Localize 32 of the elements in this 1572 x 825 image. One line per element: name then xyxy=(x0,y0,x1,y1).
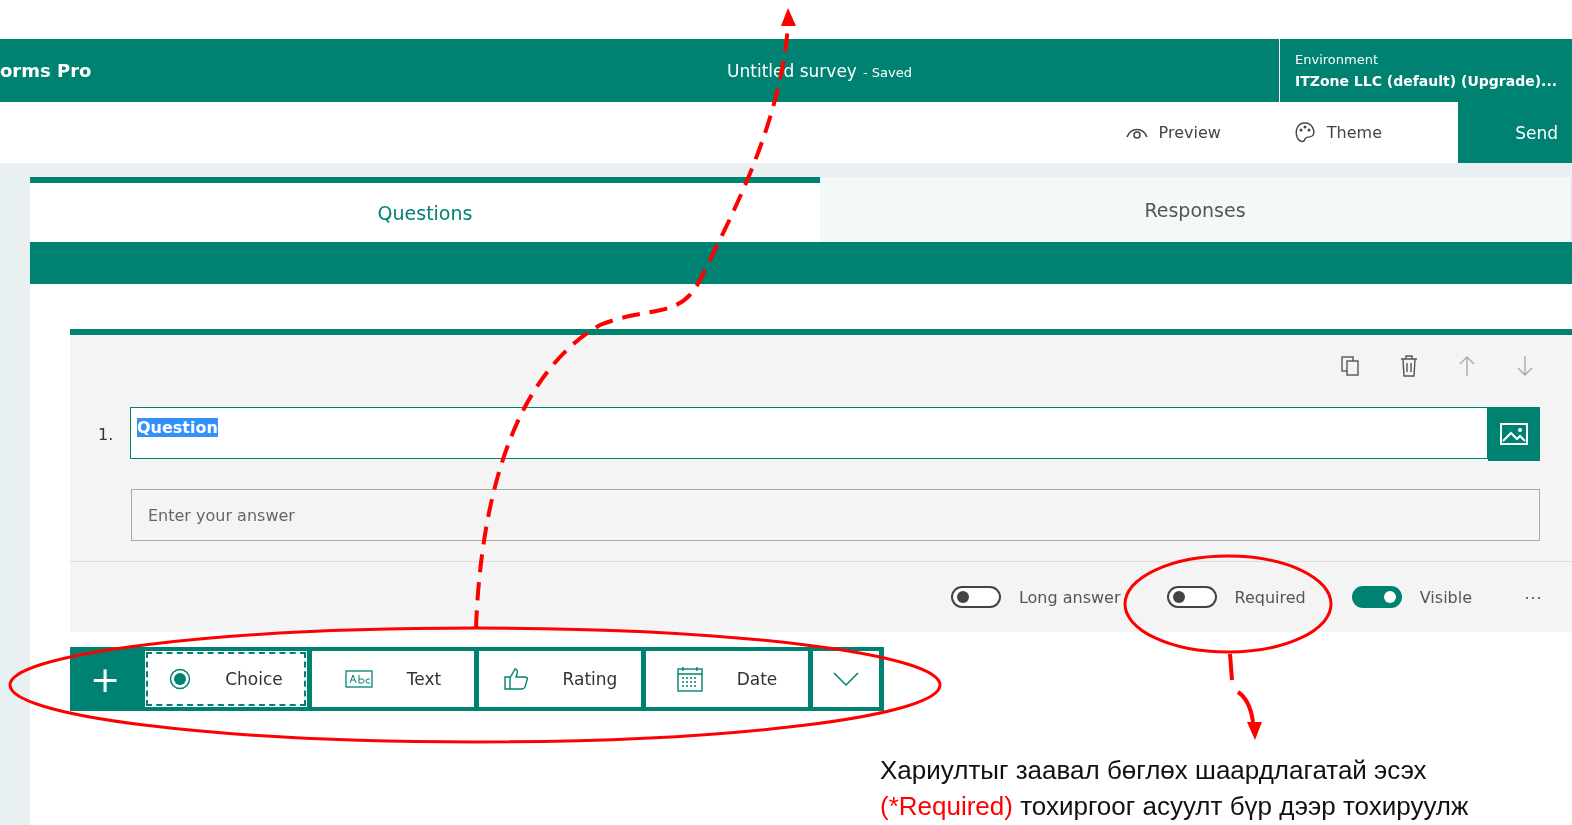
question-type-button[interactable]: Date xyxy=(646,651,808,707)
question-number: 1. xyxy=(98,424,115,444)
app-title: orms Pro xyxy=(0,60,93,81)
toggle-label: Long answer xyxy=(1018,587,1121,607)
radio-icon xyxy=(169,668,192,690)
insert-image-button[interactable] xyxy=(1488,407,1540,461)
tab[interactable]: Questions xyxy=(30,177,820,242)
thumbs-up-icon xyxy=(502,667,529,691)
environment-label: Environment xyxy=(1295,52,1379,67)
chevron-down-icon xyxy=(833,672,859,686)
toggle-label: Visible xyxy=(1419,587,1472,607)
question-type-button[interactable]: Choice xyxy=(145,651,307,707)
more-types-button[interactable] xyxy=(813,651,879,707)
image-icon xyxy=(1500,423,1528,445)
tab[interactable]: Responses xyxy=(820,177,1570,242)
toggle-switch[interactable] xyxy=(1166,586,1217,608)
text-field-icon xyxy=(344,670,373,688)
toggle-switch[interactable] xyxy=(1351,586,1402,608)
send-button[interactable]: Send xyxy=(1458,102,1572,163)
preview-button[interactable]: Preview xyxy=(1118,102,1227,163)
more-button[interactable]: ··· xyxy=(1518,585,1548,609)
toggle-label: Required xyxy=(1234,587,1306,607)
toggle-switch[interactable] xyxy=(950,586,1001,608)
environment-picker[interactable]: ITZone LLC (default) (Upgrade)... xyxy=(1295,73,1572,89)
question-type-button[interactable]: Text xyxy=(312,651,474,707)
theme-button[interactable]: Theme xyxy=(1286,102,1388,163)
copy-icon[interactable] xyxy=(1340,355,1360,377)
calendar-icon xyxy=(676,666,703,692)
save-status: - Saved xyxy=(862,64,912,80)
question-type-button[interactable]: Rating xyxy=(479,651,641,707)
answer-field[interactable]: Enter your answer xyxy=(131,489,1540,541)
delete-icon[interactable] xyxy=(1400,355,1418,377)
